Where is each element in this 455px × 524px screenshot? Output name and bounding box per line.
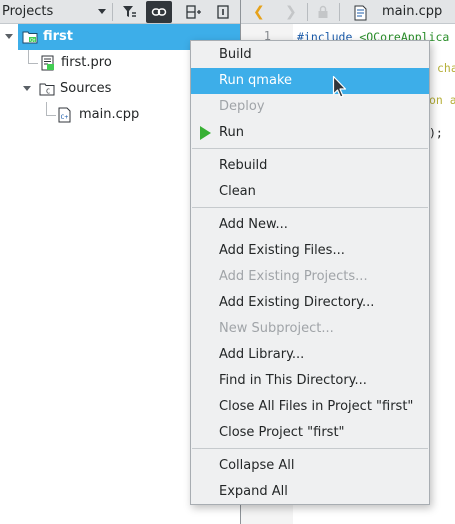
code-fragment: on a <box>429 93 455 107</box>
menu-item-clean[interactable]: Clean <box>191 179 429 205</box>
menu-item-new-subproject: New Subproject... <box>191 316 429 342</box>
tree-item-label: main.cpp <box>79 107 140 122</box>
menu-item-collapse-all[interactable]: Collapse All <box>191 453 429 479</box>
run-icon <box>200 126 211 140</box>
expand-arrow-icon[interactable] <box>5 34 13 39</box>
menu-item-label: Run qmake <box>219 73 293 88</box>
forward-arrow-icon[interactable]: ❯ <box>285 5 297 19</box>
sources-folder-icon: C <box>39 83 55 96</box>
menu-item-find-in-directory[interactable]: Find in This Directory... <box>191 368 429 394</box>
toolbar-divider <box>339 3 340 21</box>
split-icon <box>186 5 201 19</box>
menu-item-close-project[interactable]: Close Project "first" <box>191 420 429 446</box>
menu-item-expand-all[interactable]: Expand All <box>191 479 429 505</box>
cpp-file-icon <box>354 5 367 21</box>
menu-item-add-existing-directory[interactable]: Add Existing Directory... <box>191 290 429 316</box>
svg-text:C+: C+ <box>61 113 69 121</box>
menu-item-run[interactable]: Run <box>191 120 429 146</box>
cpp-file-icon: C+ <box>58 107 71 123</box>
menu-separator <box>192 148 428 149</box>
menu-separator <box>192 448 428 449</box>
link-icon <box>151 8 167 16</box>
tree-item-label: first.pro <box>61 55 112 70</box>
pro-file-icon <box>41 55 54 71</box>
code-fragment: ); <box>429 126 443 140</box>
menu-item-label: Close All Files in Project "first" <box>219 399 414 414</box>
project-folder-icon: Qt <box>22 31 38 44</box>
close-pane-icon <box>217 5 229 19</box>
mouse-cursor-icon <box>332 75 347 98</box>
toolbar-divider <box>307 3 308 21</box>
menu-item-label: Add Existing Directory... <box>219 295 375 310</box>
menu-item-label: Find in This Directory... <box>219 373 367 388</box>
menu-item-close-all-files[interactable]: Close All Files in Project "first" <box>191 394 429 420</box>
menu-item-label: Collapse All <box>219 458 295 473</box>
filter-button[interactable] <box>116 1 142 23</box>
lock-icon[interactable] <box>316 5 330 19</box>
link-with-editor-button[interactable] <box>146 1 172 23</box>
menu-item-label: Rebuild <box>219 158 268 173</box>
back-arrow-icon[interactable]: ❮ <box>253 5 265 19</box>
filter-icon <box>123 6 136 17</box>
menu-item-label: Deploy <box>219 99 265 114</box>
menu-item-label: Add Library... <box>219 347 305 362</box>
menu-item-add-new[interactable]: Add New... <box>191 212 429 238</box>
menu-item-deploy: Deploy <box>191 94 429 120</box>
menu-item-label: Clean <box>219 184 256 199</box>
menu-item-label: Run <box>219 125 244 140</box>
editor-tab-title[interactable]: main.cpp <box>382 4 442 19</box>
projects-view-label: Projects <box>2 4 54 19</box>
menu-item-build[interactable]: Build <box>191 42 429 68</box>
menu-item-label: Build <box>219 47 252 62</box>
project-context-menu: Build Run qmake Deploy Run Rebuild Clean… <box>190 40 430 505</box>
menu-item-add-existing-files[interactable]: Add Existing Files... <box>191 238 429 264</box>
menu-separator <box>192 207 428 208</box>
menu-item-run-qmake[interactable]: Run qmake <box>191 68 429 94</box>
chevron-down-icon <box>98 9 106 14</box>
menu-item-add-library[interactable]: Add Library... <box>191 342 429 368</box>
tree-item-label: first <box>43 29 73 44</box>
editor-toolbar: ❮ ❯ main.cpp <box>241 0 455 24</box>
code-fragment: cha <box>437 61 455 75</box>
projects-view-selector[interactable]: Projects <box>0 0 110 24</box>
menu-item-label: Expand All <box>219 484 288 499</box>
svg-text:C: C <box>46 88 50 96</box>
svg-text:Qt: Qt <box>30 37 36 43</box>
toolbar-divider <box>112 3 113 21</box>
menu-item-label: Add Existing Projects... <box>219 269 368 284</box>
tree-item-label: Sources <box>60 81 112 96</box>
menu-item-label: Add Existing Files... <box>219 243 345 258</box>
menu-item-label: Close Project "first" <box>219 425 345 440</box>
menu-item-rebuild[interactable]: Rebuild <box>191 153 429 179</box>
menu-item-label: Add New... <box>219 217 288 232</box>
close-pane-button[interactable] <box>210 1 236 23</box>
projects-toolbar: Projects <box>0 0 240 24</box>
split-button[interactable] <box>180 1 206 23</box>
menu-item-add-existing-projects: Add Existing Projects... <box>191 264 429 290</box>
menu-item-label: New Subproject... <box>219 321 334 336</box>
